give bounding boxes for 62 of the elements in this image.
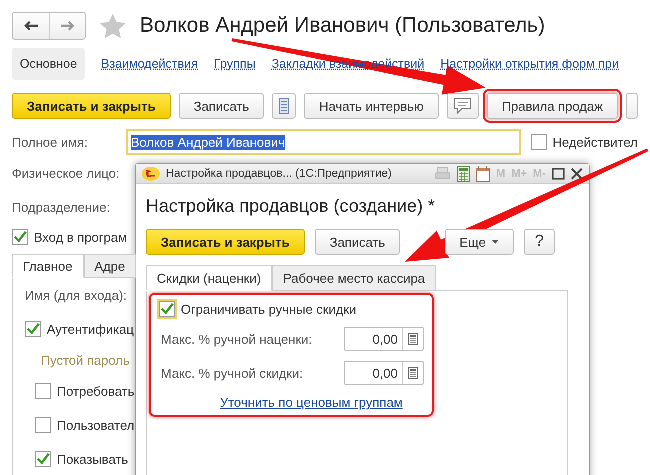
toolbar-button[interactable]: Записать xyxy=(314,229,400,255)
field-label: Имя (для входа): xyxy=(25,288,128,302)
checkbox[interactable] xyxy=(35,383,51,399)
toolbar-button[interactable] xyxy=(626,93,638,119)
speech-bubble-icon xyxy=(454,98,472,114)
field-value: 0,00 xyxy=(372,366,399,380)
nav-tab[interactable]: Настройки открытия форм при xyxy=(440,57,620,71)
number-field[interactable]: 0,00 xyxy=(344,327,424,351)
more-menu-button[interactable]: Еще xyxy=(444,229,514,255)
field-value: 0,00 xyxy=(372,332,399,346)
tab[interactable]: Скидки (наценки) xyxy=(146,265,272,291)
checkbox-label: Потребовать xyxy=(57,384,135,398)
hint-text: Пустой пароль xyxy=(41,352,130,368)
checkbox[interactable] xyxy=(159,301,175,317)
list-icon xyxy=(279,98,290,114)
checkbox[interactable] xyxy=(35,451,51,467)
window-title: Волков Андрей Иванович (Пользователь) xyxy=(140,14,546,38)
help-button[interactable]: ? xyxy=(524,229,555,255)
tab[interactable]: Адре xyxy=(84,254,136,278)
nav-tab[interactable]: Взаимодействия xyxy=(101,57,198,71)
caret-icon xyxy=(492,240,500,244)
calendar-icon[interactable] xyxy=(476,166,490,182)
checkbox[interactable] xyxy=(25,321,41,337)
forward-arrow-icon xyxy=(60,21,74,31)
list-button[interactable] xyxy=(272,93,296,119)
field-label: Макс. % ручной наценки: xyxy=(161,332,312,346)
checkbox[interactable] xyxy=(12,229,28,245)
maximize-icon[interactable] xyxy=(552,168,565,180)
checkbox-label: Недействител xyxy=(552,134,638,150)
field-value: Волков Андрей Иванович xyxy=(130,134,286,150)
number-field[interactable]: 0,00 xyxy=(344,361,424,385)
checkbox-label: Аутентификац xyxy=(47,322,134,336)
full-name-field[interactable]: Волков Андрей Иванович xyxy=(126,129,521,155)
calculator-icon xyxy=(408,367,418,379)
field-label: Подразделение: xyxy=(12,200,110,214)
field-label: Полное имя: xyxy=(12,134,88,150)
toolbar-button[interactable]: Записать и закрыть xyxy=(12,93,171,119)
checkbox-label: Пользовател xyxy=(57,418,135,432)
price-groups-link[interactable]: Уточнить по ценовым группам xyxy=(220,395,403,410)
checkbox-label: Вход в програм xyxy=(34,230,128,244)
tab[interactable]: Рабочее место кассира xyxy=(272,265,436,291)
checkbox[interactable] xyxy=(35,417,51,433)
checkbox[interactable] xyxy=(530,134,547,150)
toolbar-button[interactable]: Записать xyxy=(178,93,264,119)
app-logo-icon xyxy=(142,166,160,180)
comment-button[interactable] xyxy=(446,93,479,119)
star-icon[interactable] xyxy=(100,14,126,38)
tab[interactable]: Главное xyxy=(12,254,84,278)
dialog-title: Настройка продавцов... (1С:Предприятие) xyxy=(166,168,393,180)
field-label: Физическое лицо: xyxy=(12,166,120,180)
calculator-icon xyxy=(408,333,418,345)
back-arrow-icon xyxy=(24,21,38,31)
checkbox-label: Ограничивать ручные скидки xyxy=(181,302,357,316)
toolbar-button[interactable]: Записать и закрыть xyxy=(146,229,305,255)
checkbox-label: Показывать xyxy=(57,452,128,466)
nav-tab[interactable]: Группы xyxy=(214,57,256,71)
calculator-icon[interactable] xyxy=(457,166,470,182)
dialog-heading: Настройка продавцов (создание) * xyxy=(146,196,436,217)
toolbar-button[interactable]: Начать интервью xyxy=(304,93,439,119)
field-label: Макс. % ручной скидки: xyxy=(161,366,304,380)
close-icon[interactable] xyxy=(571,168,583,180)
nav-tab[interactable]: Основное xyxy=(12,48,86,80)
